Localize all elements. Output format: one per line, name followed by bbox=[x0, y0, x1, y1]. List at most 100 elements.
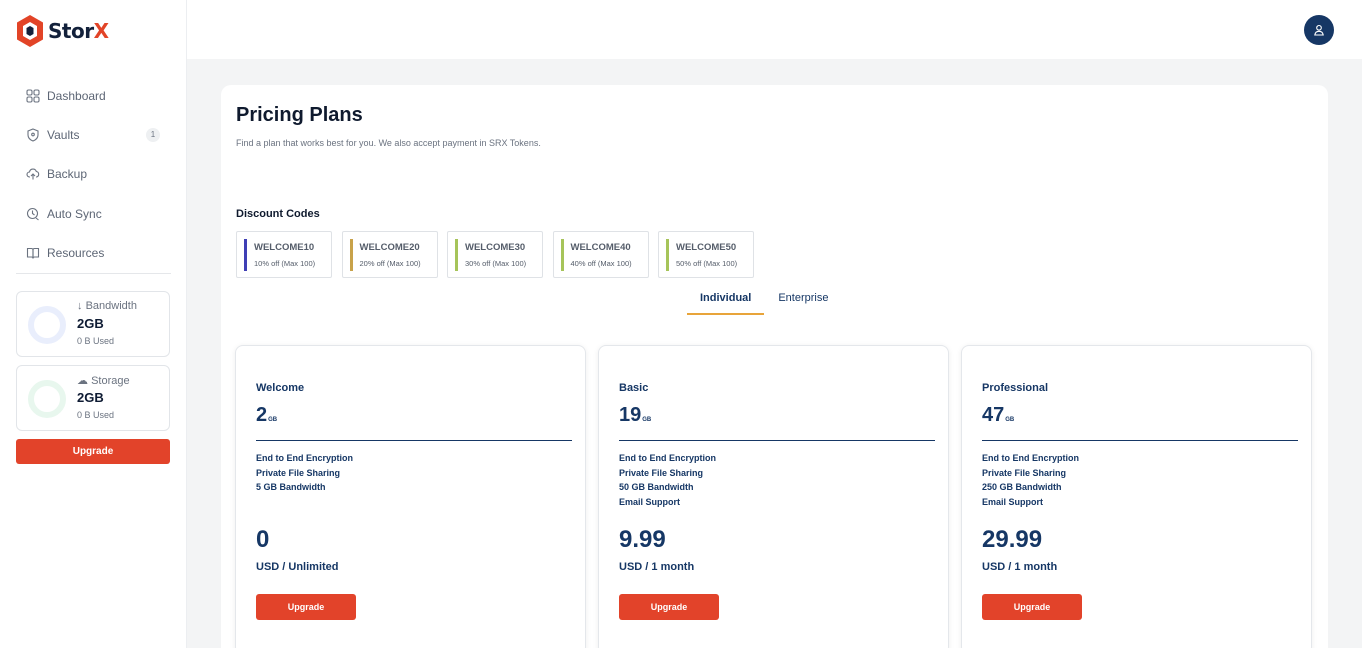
storage-usage-card: ☁ Storage 2GB 0 B Used bbox=[16, 365, 170, 431]
plan-divider bbox=[982, 440, 1298, 441]
sidebar-divider bbox=[16, 273, 171, 274]
plan-feature: End to End Encryption bbox=[982, 453, 1079, 463]
plan-card-basic: Basic 19GB End to End Encryption Private… bbox=[598, 345, 949, 648]
sidebar-item-label: Dashboard bbox=[47, 88, 106, 103]
sidebar-item-label: Auto Sync bbox=[47, 206, 102, 221]
discount-codes-title: Discount Codes bbox=[236, 208, 320, 220]
sidebar-item-resources[interactable]: Resources bbox=[26, 233, 176, 272]
bandwidth-used: 0 B Used bbox=[77, 336, 115, 346]
sidebar: StorX Dashboard Vaults 1 Backup Auto Syn… bbox=[0, 0, 187, 648]
plan-feature: Private File Sharing bbox=[256, 467, 341, 478]
plan-price: 29.99 bbox=[982, 526, 1043, 553]
storx-logo[interactable]: StorX bbox=[15, 14, 109, 48]
storage-usage-ring bbox=[28, 380, 66, 418]
plan-feature: End to End Encryption bbox=[256, 453, 353, 463]
cloud-icon: ☁ bbox=[77, 375, 92, 387]
storage-value: 2GB bbox=[77, 390, 104, 405]
plan-price: 0 bbox=[256, 526, 270, 553]
plan-feature: Email Support bbox=[619, 496, 681, 507]
discount-color-bar bbox=[666, 239, 669, 271]
discount-color-bar bbox=[244, 239, 247, 271]
discount-description: 50% off (Max 100) bbox=[676, 259, 738, 268]
grid-icon bbox=[26, 89, 40, 103]
logo-text: StorX bbox=[48, 19, 109, 43]
plan-upgrade-button[interactable]: Upgrade bbox=[256, 594, 356, 620]
plan-cards: Welcome 2GB End to End Encryption Privat… bbox=[235, 345, 1324, 648]
storage-title: Storage bbox=[91, 375, 130, 387]
sidebar-item-label: Resources bbox=[47, 245, 105, 260]
discount-code: WELCOME10 bbox=[254, 242, 315, 253]
sidebar-item-auto-sync[interactable]: Auto Sync bbox=[26, 194, 176, 233]
plan-feature: Private File Sharing bbox=[982, 467, 1067, 478]
arrow-down-icon: ↓ bbox=[77, 300, 86, 312]
plan-storage-value: 47 bbox=[982, 404, 1005, 426]
cloud-upload-icon bbox=[26, 168, 40, 180]
plan-features: End to End Encryption Private File Shari… bbox=[982, 453, 1079, 511]
plan-storage-unit: GB bbox=[1005, 417, 1015, 423]
plan-card-welcome: Welcome 2GB End to End Encryption Privat… bbox=[235, 345, 586, 648]
bandwidth-usage-card: ↓ Bandwidth 2GB 0 B Used bbox=[16, 291, 170, 357]
plan-period: USD / 1 month bbox=[619, 561, 695, 573]
discount-code-card[interactable]: WELCOME20 20% off (Max 100) bbox=[341, 231, 438, 278]
discount-code: WELCOME30 bbox=[465, 242, 526, 253]
sync-icon bbox=[26, 207, 39, 220]
discount-color-bar bbox=[349, 239, 353, 271]
plan-upgrade-button[interactable]: Upgrade bbox=[982, 594, 1082, 620]
plan-price: 9.99 bbox=[619, 526, 666, 553]
plan-divider bbox=[256, 440, 572, 441]
discount-code: WELCOME20 bbox=[359, 242, 420, 253]
plan-storage-unit: GB bbox=[642, 417, 652, 423]
plan-feature: Private File Sharing bbox=[619, 467, 704, 478]
page-subtitle: Find a plan that works best for you. We … bbox=[236, 138, 541, 148]
bandwidth-title: Bandwidth bbox=[85, 300, 137, 312]
discount-color-bar bbox=[455, 239, 458, 271]
plan-feature: Email Support bbox=[982, 496, 1044, 507]
discount-description: 10% off (Max 100) bbox=[254, 259, 316, 268]
plan-storage-value: 2 bbox=[256, 404, 268, 426]
plan-name: Basic bbox=[619, 382, 649, 394]
tab-individual[interactable]: Individual bbox=[687, 288, 765, 315]
plan-feature: 50 GB Bandwidth bbox=[619, 482, 694, 492]
sidebar-item-label: Backup bbox=[47, 167, 88, 182]
discount-code-card[interactable]: WELCOME40 40% off (Max 100) bbox=[552, 231, 649, 278]
vaults-count-badge: 1 bbox=[146, 127, 160, 142]
discount-code-card[interactable]: WELCOME30 30% off (Max 100) bbox=[447, 231, 543, 278]
discount-code-card[interactable]: WELCOME10 10% off (Max 100) bbox=[236, 231, 332, 278]
shield-icon bbox=[27, 128, 39, 142]
pricing-panel: Pricing Plans Find a plan that works bes… bbox=[221, 85, 1328, 648]
sidebar-upgrade-button[interactable]: Upgrade bbox=[16, 439, 170, 464]
discount-description: 20% off (Max 100) bbox=[359, 259, 421, 268]
discount-color-bar bbox=[560, 239, 564, 271]
plan-name: Professional bbox=[982, 382, 1049, 394]
discount-code-card[interactable]: WELCOME50 50% off (Max 100) bbox=[658, 231, 754, 278]
plan-feature: End to End Encryption bbox=[619, 453, 716, 463]
plan-storage: 19GB bbox=[619, 404, 651, 427]
sidebar-item-backup[interactable]: Backup bbox=[26, 155, 176, 194]
user-avatar[interactable] bbox=[1304, 15, 1334, 45]
plan-divider bbox=[619, 440, 935, 441]
sidebar-item-vaults[interactable]: Vaults 1 bbox=[26, 115, 176, 154]
plan-storage: 47GB bbox=[982, 404, 1014, 427]
plan-name: Welcome bbox=[256, 382, 305, 394]
storage-used: 0 B Used bbox=[77, 410, 115, 420]
plan-features: End to End Encryption Private File Shari… bbox=[256, 453, 353, 497]
plan-features: End to End Encryption Private File Shari… bbox=[619, 453, 716, 511]
discount-description: 40% off (Max 100) bbox=[570, 259, 632, 268]
user-icon bbox=[1314, 24, 1324, 36]
plan-card-professional: Professional 47GB End to End Encryption … bbox=[961, 345, 1312, 648]
plan-period: USD / Unlimited bbox=[256, 561, 339, 573]
plan-period: USD / 1 month bbox=[982, 561, 1058, 573]
plan-storage: 2GB bbox=[256, 404, 277, 427]
discount-code: WELCOME50 bbox=[676, 242, 737, 253]
plan-upgrade-button[interactable]: Upgrade bbox=[619, 594, 719, 620]
plan-storage-value: 19 bbox=[619, 404, 642, 426]
discount-description: 30% off (Max 100) bbox=[465, 259, 527, 268]
plan-type-tabs: Individual Enterprise bbox=[687, 288, 841, 315]
top-bar bbox=[187, 0, 1362, 59]
plan-feature: 5 GB Bandwidth bbox=[256, 482, 326, 492]
sidebar-item-dashboard[interactable]: Dashboard bbox=[26, 76, 176, 115]
tab-enterprise[interactable]: Enterprise bbox=[765, 288, 841, 315]
sidebar-item-label: Vaults bbox=[47, 127, 80, 142]
page-title: Pricing Plans bbox=[236, 104, 363, 126]
plan-storage-unit: GB bbox=[268, 417, 278, 423]
